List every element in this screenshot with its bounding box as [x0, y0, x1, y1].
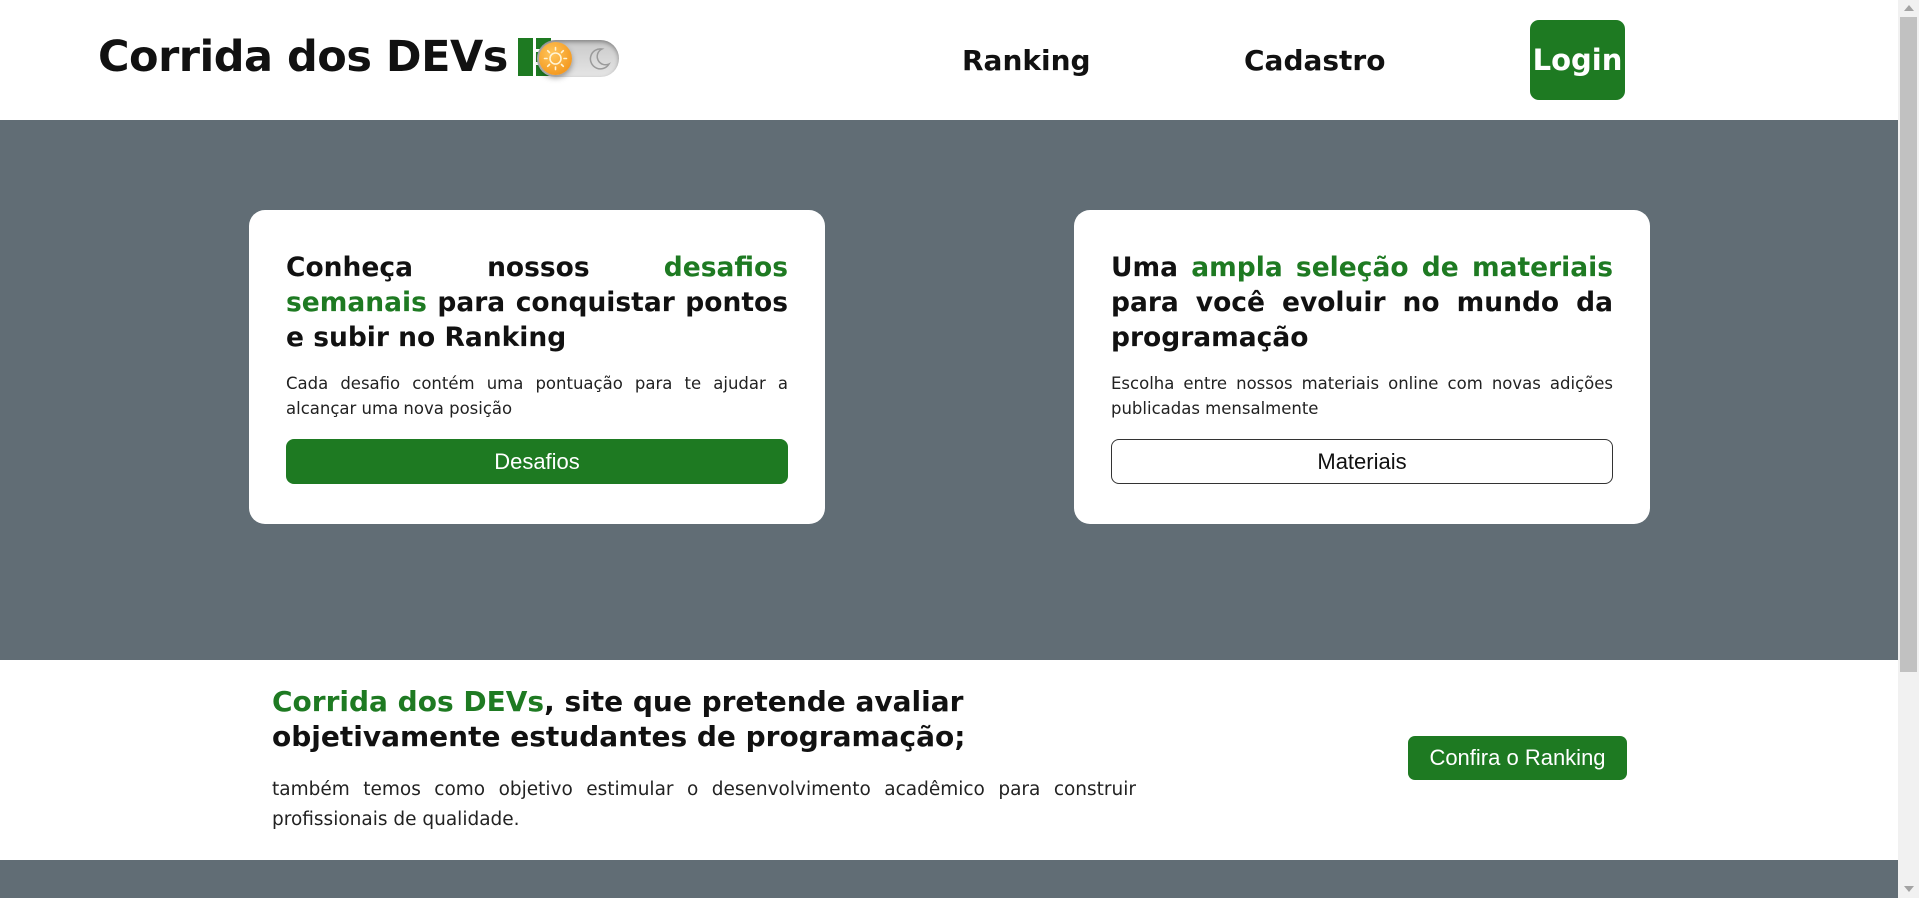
brand-title: Corrida dos DEVs — [98, 32, 508, 82]
brand[interactable]: Corrida dos DEVs — [98, 32, 551, 82]
title-highlight: ampla seleção de materiais — [1191, 252, 1613, 283]
nav-cadastro-link[interactable]: Cadastro — [1244, 44, 1385, 77]
about-text: também temos como objetivo estimular o d… — [272, 779, 1136, 830]
moon-icon — [587, 47, 611, 76]
about-section: Corrida dos DEVs, site que pretende aval… — [0, 660, 1898, 860]
scroll-down-arrow-icon[interactable] — [1904, 886, 1914, 892]
hero-section: Conheça nossos desafios semanais para co… — [0, 120, 1898, 660]
title-text: Conheça nossos — [286, 252, 664, 283]
about-title-highlight: Corrida dos DEVs — [272, 685, 545, 718]
scroll-up-arrow-icon[interactable] — [1904, 5, 1914, 11]
sun-icon — [539, 42, 572, 75]
confira-ranking-button[interactable]: Confira o Ranking — [1408, 736, 1627, 780]
materiais-button[interactable]: Materiais — [1111, 439, 1613, 484]
title-text: para você evoluir no mundo da programaçã… — [1111, 287, 1613, 353]
scrollbar-thumb[interactable] — [1900, 17, 1917, 672]
materiais-card: Uma ampla seleção de materiais para você… — [1074, 210, 1650, 524]
page: Corrida dos DEVs Ranking Cadastro Login … — [0, 0, 1898, 898]
materiais-card-title: Uma ampla seleção de materiais para você… — [1111, 250, 1613, 355]
footer-band — [0, 860, 1898, 898]
theme-toggle[interactable] — [537, 40, 619, 77]
desafios-card: Conheça nossos desafios semanais para co… — [249, 210, 825, 524]
desafios-card-text: Cada desafio contém uma pontuação para t… — [286, 374, 788, 418]
login-button[interactable]: Login — [1530, 20, 1625, 100]
about-title: Corrida dos DEVs, site que pretende aval… — [272, 684, 1136, 754]
materiais-card-text: Escolha entre nossos materiais online co… — [1111, 374, 1613, 418]
title-text: Uma — [1111, 252, 1192, 283]
desafios-button[interactable]: Desafios — [286, 439, 788, 484]
vertical-scrollbar[interactable] — [1898, 0, 1919, 898]
desafios-card-title: Conheça nossos desafios semanais para co… — [286, 250, 788, 355]
nav-ranking-link[interactable]: Ranking — [962, 44, 1091, 77]
site-header: Corrida dos DEVs Ranking Cadastro Login — [0, 0, 1898, 120]
